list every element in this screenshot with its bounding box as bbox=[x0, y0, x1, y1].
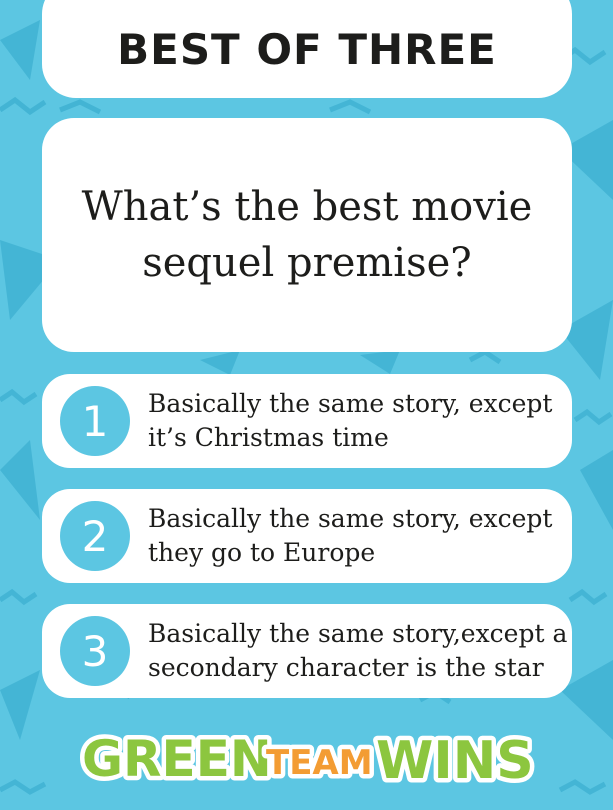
question-card: What’s the best movie sequel premise? bbox=[42, 118, 572, 352]
option-text: Basically the same story, except it’s Ch… bbox=[148, 389, 553, 452]
card-title: BEST OF THREE bbox=[117, 25, 497, 74]
option-3[interactable]: 3 Basically the same story,except a seco… bbox=[42, 604, 572, 698]
logo-word-team: TEAM bbox=[266, 743, 373, 783]
option-number-badge: 3 bbox=[60, 616, 130, 686]
option-2[interactable]: 2 Basically the same story, except they … bbox=[42, 489, 572, 583]
option-text: Basically the same story,except a second… bbox=[148, 619, 568, 682]
option-text: Basically the same story, except they go… bbox=[148, 504, 553, 567]
option-number-badge: 1 bbox=[60, 386, 130, 456]
option-number-badge: 2 bbox=[60, 501, 130, 571]
option-1[interactable]: 1 Basically the same story, except it’s … bbox=[42, 374, 572, 468]
question-text: What’s the best movie sequel premise? bbox=[81, 184, 533, 286]
title-card: BEST OF THREE bbox=[42, 0, 572, 98]
logo-word-green: GREEN bbox=[82, 730, 272, 788]
green-team-wins-logo: GREEN TEAM WINS bbox=[80, 726, 538, 793]
logo-word-wins: WINS bbox=[376, 731, 534, 791]
